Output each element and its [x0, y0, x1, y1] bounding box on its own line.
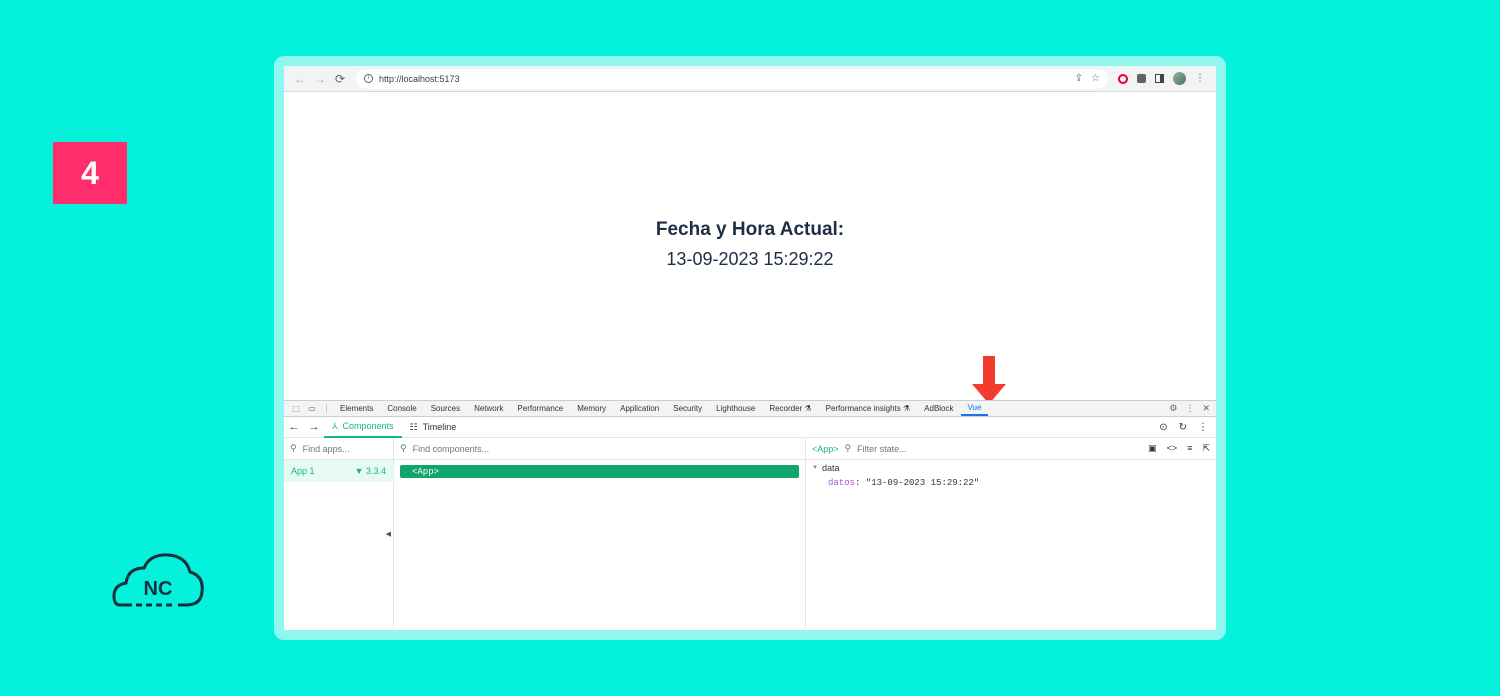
collapse-pane-icon[interactable]: ◀ [386, 530, 391, 538]
inspect-element-icon[interactable]: ⬚ [288, 401, 304, 416]
find-components-input[interactable] [412, 443, 799, 454]
search-icon: ⚲ [290, 443, 297, 453]
close-icon[interactable]: ✕ [1202, 403, 1210, 414]
app-name: App 1 [291, 466, 315, 476]
tab-network[interactable]: Network [467, 401, 510, 416]
tab-memory[interactable]: Memory [570, 401, 613, 416]
tab-lighthouse[interactable]: Lighthouse [709, 401, 762, 416]
vue-devtools-toolbar: ← → ⅄ Components ☷ Timeline ⊙ ↻ ⋮ [284, 417, 1216, 438]
tab-performance-insights[interactable]: Performance insights ⚗ [819, 401, 918, 416]
profile-avatar[interactable] [1173, 72, 1186, 85]
vue-back-arrow-icon[interactable]: ← [284, 421, 304, 433]
filter-state-input[interactable] [857, 443, 1143, 454]
vue-menu-icon[interactable]: ⋮ [1198, 422, 1208, 433]
app-list-item[interactable]: App 1 ▼ 3.3.4 [284, 460, 393, 482]
back-arrow-icon[interactable]: ← [290, 69, 310, 89]
devtools-panel: ⬚ ▭ Elements Console Sources Network Per… [284, 400, 1216, 630]
expand-triangle-icon: ▼ [812, 465, 818, 471]
bookmark-star-icon[interactable]: ☆ [1091, 73, 1100, 84]
state-property[interactable]: datos: "13-09-2023 15:29:22" [806, 476, 1216, 490]
timeline-icon: ☷ [409, 421, 418, 432]
apps-pane: ⚲ App 1 ▼ 3.3.4 ◀ [284, 438, 394, 628]
code-icon[interactable]: <> [1167, 443, 1178, 454]
tab-elements[interactable]: Elements [333, 401, 380, 416]
divider [326, 404, 327, 413]
search-icon: ⚲ [400, 443, 407, 453]
tab-console[interactable]: Console [380, 401, 423, 416]
tab-security[interactable]: Security [666, 401, 709, 416]
open-external-icon[interactable]: ⇱ [1202, 443, 1210, 454]
vue-logo-icon: ▼ [354, 466, 364, 476]
tab-application[interactable]: Application [613, 401, 666, 416]
property-key: datos [828, 478, 856, 488]
format-icon[interactable]: ≡ [1187, 443, 1192, 454]
nc-cloud-logo: NC [112, 553, 204, 607]
forward-arrow-icon[interactable]: → [310, 69, 330, 89]
info-icon[interactable]: i [364, 74, 373, 83]
screenshot-frame: ← → ⟳ i http://localhost:5173 ⇪ ☆ ⋮ Fech… [274, 56, 1226, 640]
url-text: http://localhost:5173 [379, 73, 460, 84]
reload-icon[interactable]: ⟳ [330, 69, 350, 89]
filter-state-row: <App> ⚲ ▣ <> ≡ ⇱ [806, 438, 1216, 460]
devtools-menu-icon[interactable]: ⋮ [1185, 403, 1194, 414]
tab-adblock[interactable]: AdBlock [917, 401, 960, 416]
address-bar[interactable]: i http://localhost:5173 ⇪ ☆ [356, 68, 1108, 89]
app-version-text: 3.3.4 [365, 466, 386, 476]
tab-timeline[interactable]: ☷ Timeline [402, 417, 465, 438]
browser-window: ← → ⟳ i http://localhost:5173 ⇪ ☆ ⋮ Fech… [284, 66, 1216, 630]
target-select-icon[interactable]: ⊙ [1159, 422, 1167, 433]
tab-components[interactable]: ⅄ Components [324, 417, 402, 438]
data-section-header[interactable]: ▼ data [806, 460, 1216, 476]
opera-extension-icon[interactable] [1118, 73, 1128, 84]
component-tree-icon: ⅄ [332, 420, 338, 431]
page-heading: Fecha y Hora Actual: [655, 219, 845, 240]
state-component-tag: <App> [812, 443, 839, 454]
inspect-dom-icon[interactable]: ▣ [1148, 443, 1157, 454]
side-panel-icon[interactable] [1155, 74, 1164, 83]
tab-timeline-label: Timeline [422, 422, 457, 432]
share-icon[interactable]: ⇪ [1075, 73, 1083, 84]
tab-components-label: Components [342, 421, 394, 431]
tab-performance[interactable]: Performance [510, 401, 570, 416]
settings-gear-icon[interactable]: ⚙ [1169, 403, 1177, 414]
vue-panes: ⚲ App 1 ▼ 3.3.4 ◀ ⚲ [284, 438, 1216, 628]
current-datetime: 13-09-2023 15:29:22 [666, 249, 834, 269]
app-version: ▼ 3.3.4 [355, 466, 386, 476]
component-node-app[interactable]: <App> [400, 465, 799, 478]
device-toolbar-icon[interactable]: ▭ [304, 401, 320, 416]
property-value: "13-09-2023 15:29:22" [865, 478, 980, 488]
devtools-tab-bar: ⬚ ▭ Elements Console Sources Network Per… [284, 400, 1216, 417]
vue-forward-arrow-icon[interactable]: → [304, 421, 324, 433]
tab-vue[interactable]: Vue [960, 401, 989, 416]
extensions-puzzle-icon[interactable] [1137, 74, 1146, 83]
page-viewport: Fecha y Hora Actual: 13-09-2023 15:29:22 [284, 92, 1216, 399]
browser-menu-icon[interactable]: ⋮ [1195, 73, 1205, 84]
property-colon: : [855, 478, 866, 488]
search-icon: ⚲ [844, 443, 852, 453]
component-tree-pane: ⚲ <App> [394, 438, 806, 628]
find-components-row: ⚲ [394, 438, 805, 460]
browser-toolbar: ← → ⟳ i http://localhost:5173 ⇪ ☆ ⋮ [284, 66, 1216, 92]
state-pane: <App> ⚲ ▣ <> ≡ ⇱ ▼ data [806, 438, 1216, 628]
find-apps-row: ⚲ [284, 438, 393, 460]
logo-text: NC [144, 578, 173, 600]
refresh-icon[interactable]: ↻ [1179, 422, 1187, 433]
tab-sources[interactable]: Sources [424, 401, 467, 416]
data-section-label: data [821, 463, 840, 473]
tab-recorder[interactable]: Recorder ⚗ [762, 401, 818, 416]
step-badge: 4 [53, 142, 127, 204]
red-down-arrow-icon [972, 356, 1006, 404]
find-apps-input[interactable] [302, 443, 387, 454]
